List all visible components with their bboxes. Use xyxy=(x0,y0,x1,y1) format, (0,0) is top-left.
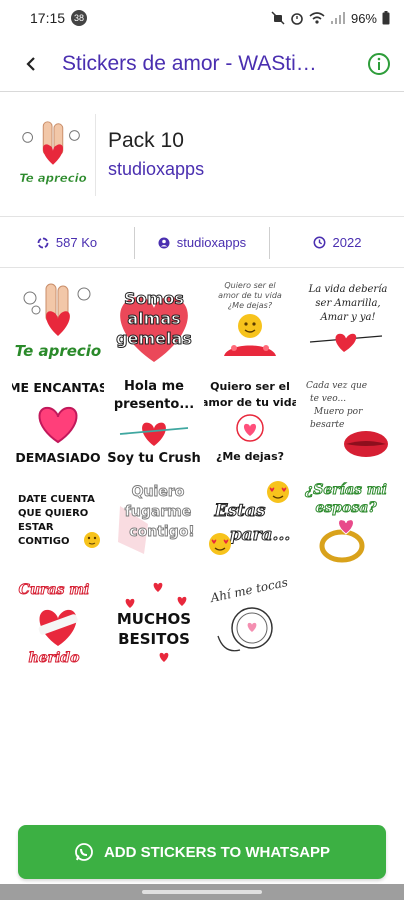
sticker-text: esposa? xyxy=(315,500,377,516)
info-circle-icon xyxy=(368,52,390,75)
sticker-text: herido xyxy=(29,650,80,666)
sticker-text: presento... xyxy=(114,397,194,412)
sticker-text: ¿Me dejas? xyxy=(228,301,273,310)
sticker-text: Quiero ser el xyxy=(224,281,276,290)
sticker-text: DEMASIADO xyxy=(15,450,100,465)
arrow-left-icon xyxy=(26,56,35,71)
sticker-text: Cada vez que xyxy=(306,381,367,391)
info-button[interactable] xyxy=(354,36,404,92)
sticker-text: fugarme xyxy=(125,504,192,520)
status-bar: 17:15 38 96% xyxy=(0,0,404,36)
sticker-text: DATE CUENTA xyxy=(18,494,95,505)
sticker-ahi-me-tocas[interactable]: Ahí me tocas xyxy=(202,572,298,672)
system-nav-bar xyxy=(0,884,404,900)
sticker-text: almas xyxy=(127,309,180,328)
person-circle-icon xyxy=(158,237,170,248)
sticker-curas-mi-herido[interactable]: Curas mi herido xyxy=(10,572,106,672)
sticker-text: Quiero xyxy=(132,484,185,500)
sticker-text: Quiero ser el xyxy=(210,380,290,393)
sticker-text: Soy tu Crush xyxy=(108,451,200,466)
sticker-text: amor de tu vida xyxy=(204,396,296,409)
page-title: Stickers de amor - WASti… xyxy=(62,51,317,75)
sticker-serias-mi-esposa[interactable]: ¿Serías mi esposa? xyxy=(298,472,394,572)
add-stickers-to-whatsapp-button[interactable]: ADD STICKERS TO WHATSAPP xyxy=(18,825,386,879)
app-bar: Stickers de amor - WASti… xyxy=(0,36,404,92)
sticker-text: Ahí me tocas xyxy=(208,576,289,605)
pack-tray-image: Te aprecio xyxy=(14,113,96,196)
pack-header: Te aprecio Pack 10 studioxapps xyxy=(0,93,404,217)
circle-dash-icon xyxy=(37,237,49,248)
sticker-text: Hola me xyxy=(124,379,184,394)
whatsapp-icon xyxy=(75,843,93,861)
sticker-text: ser Amarilla, xyxy=(315,298,380,309)
sticker-cada-vez-que-te-veo[interactable]: Cada vez que te veo... Muero por besarte xyxy=(298,372,394,472)
sticker-text: Curas mi xyxy=(19,582,90,598)
pack-name: Pack 10 xyxy=(108,129,184,152)
sticker-text: ESTAR xyxy=(18,522,54,533)
pack-author-link[interactable]: studioxapps xyxy=(108,159,204,180)
sticker-me-encantas[interactable]: ME ENCANTAS DEMASIADO xyxy=(10,372,106,472)
sticker-text: Somos xyxy=(124,289,184,308)
alarm-icon xyxy=(291,13,303,25)
sticker-te-aprecio[interactable]: Te aprecio xyxy=(10,272,106,372)
sticker-text: ME ENCANTAS xyxy=(12,380,104,395)
sticker-text: Estas xyxy=(214,501,266,521)
back-button[interactable] xyxy=(0,36,62,92)
sticker-quiero-ser-el-amor[interactable]: Quiero ser el amor de tu vida ¿Me dejas? xyxy=(202,372,298,472)
sticker-text: MUCHOS xyxy=(117,610,191,628)
sticker-muchos-besitos[interactable]: MUCHOS BESITOS xyxy=(106,572,202,672)
sticker-text: para... xyxy=(230,525,291,545)
sticker-text: ¿Serías mi xyxy=(304,482,387,498)
notification-count-badge: 38 xyxy=(71,10,88,26)
sticker-date-cuenta[interactable]: DATE CUENTA QUE QUIERO ESTAR CONTIGO xyxy=(10,472,106,572)
sticker-quiero-ser-el-amor-emoji[interactable]: Quiero ser el amor de tu vida ¿Me dejas? xyxy=(202,272,298,372)
sticker-text: Amar y ya! xyxy=(319,312,375,323)
sticker-text: contigo! xyxy=(129,524,194,540)
sticker-text: te veo... xyxy=(310,394,346,404)
sticker-quiero-fugarme[interactable]: Quiero fugarme contigo! xyxy=(106,472,202,572)
sticker-text: amor de tu vida xyxy=(218,291,282,300)
signal-icon xyxy=(330,12,345,24)
sticker-hola-me-presento[interactable]: Hola me presento... Soy tu Crush xyxy=(106,372,202,472)
sticker-text: QUE QUIERO xyxy=(18,508,88,519)
gesture-handle[interactable] xyxy=(142,890,262,894)
add-stickers-label: ADD STICKERS TO WHATSAPP xyxy=(103,843,331,861)
sticker-estas-para[interactable]: Estas para... xyxy=(202,472,298,572)
sticker-text: besarte xyxy=(310,420,344,430)
pack-size: 587 Ko xyxy=(0,227,134,259)
battery-icon xyxy=(382,11,390,25)
battery-percent: 96% xyxy=(350,10,377,26)
sticker-text: gemelas xyxy=(116,329,192,348)
svg-text:Te aprecio: Te aprecio xyxy=(19,171,86,185)
clock-icon xyxy=(313,236,325,249)
sticker-text: La vida debería xyxy=(308,284,388,295)
sticker-text: Te aprecio xyxy=(15,342,101,360)
pack-publisher[interactable]: studioxapps xyxy=(134,226,269,259)
sticker-grid: Te aprecio Somos almas gemelas Quiero se… xyxy=(10,272,394,672)
sticker-la-vida-deberia[interactable]: La vida debería ser Amarilla, Amar y ya! xyxy=(298,272,394,372)
mute-icon xyxy=(271,11,285,25)
wifi-icon xyxy=(309,12,325,24)
pack-year: 2022 xyxy=(269,226,404,259)
sticker-text: BESITOS xyxy=(118,630,190,648)
pack-info-row: 587 Ko studioxapps 2022 xyxy=(0,218,404,268)
status-icons: 96% xyxy=(271,11,390,26)
sticker-somos-almas-gemelas[interactable]: Somos almas gemelas xyxy=(106,272,202,372)
sticker-text: CONTIGO xyxy=(18,536,69,547)
sticker-text: ¿Me dejas? xyxy=(216,450,284,463)
status-time: 17:15 xyxy=(30,10,66,26)
sticker-text: Muero por xyxy=(313,407,363,417)
